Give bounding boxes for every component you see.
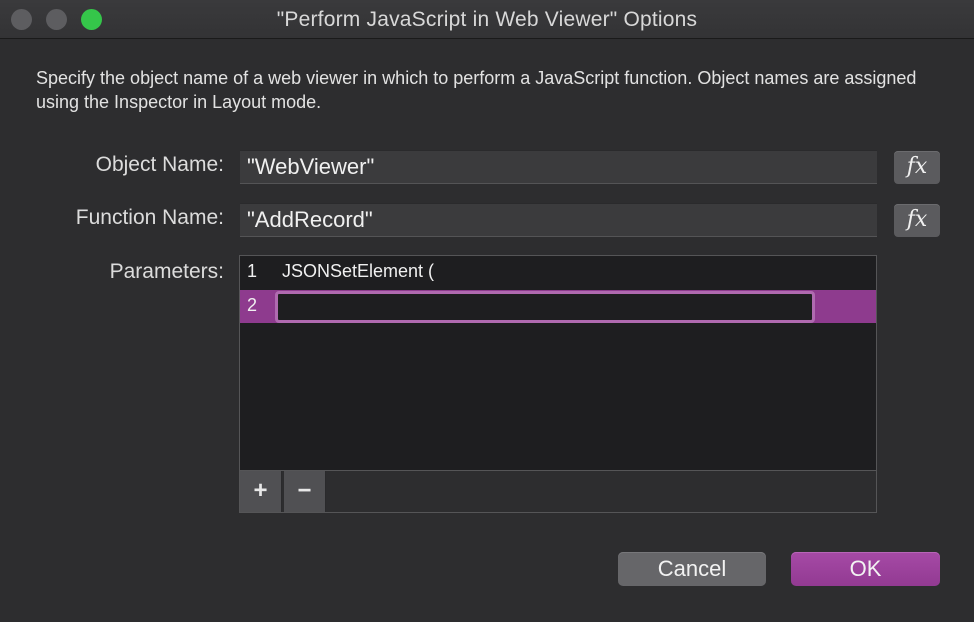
function-name-fx-button[interactable]: fx: [894, 204, 940, 237]
parameter-row-number: 1: [247, 261, 258, 281]
parameter-row[interactable]: 1 JSONSetElement (: [240, 256, 876, 289]
object-name-label: Object Name:: [95, 153, 224, 176]
ok-button[interactable]: OK: [791, 552, 940, 586]
parameters-footer: + −: [240, 470, 876, 512]
parameter-row-number: 2: [247, 295, 258, 315]
object-name-field[interactable]: "WebViewer": [240, 150, 877, 184]
parameter-row-value: JSONSetElement (: [282, 261, 435, 281]
title-bar: "Perform JavaScript in Web Viewer" Optio…: [0, 0, 974, 39]
dialog-description: Specify the object name of a web viewer …: [36, 68, 917, 112]
parameter-row-selected[interactable]: 2: [240, 290, 876, 323]
add-parameter-button[interactable]: +: [240, 471, 282, 512]
parameters-label: Parameters:: [109, 260, 224, 283]
remove-parameter-button[interactable]: −: [284, 471, 326, 512]
object-name-fx-button[interactable]: fx: [894, 151, 940, 184]
parameter-edit-field[interactable]: [275, 291, 815, 323]
cancel-button[interactable]: Cancel: [618, 552, 766, 586]
options-dialog: "Perform JavaScript in Web Viewer" Optio…: [0, 0, 974, 622]
function-name-label: Function Name:: [75, 206, 224, 229]
parameters-list: 1 JSONSetElement ( 2 + −: [239, 255, 877, 513]
window-title: "Perform JavaScript in Web Viewer" Optio…: [276, 8, 698, 31]
function-name-field[interactable]: "AddRecord": [240, 203, 877, 237]
